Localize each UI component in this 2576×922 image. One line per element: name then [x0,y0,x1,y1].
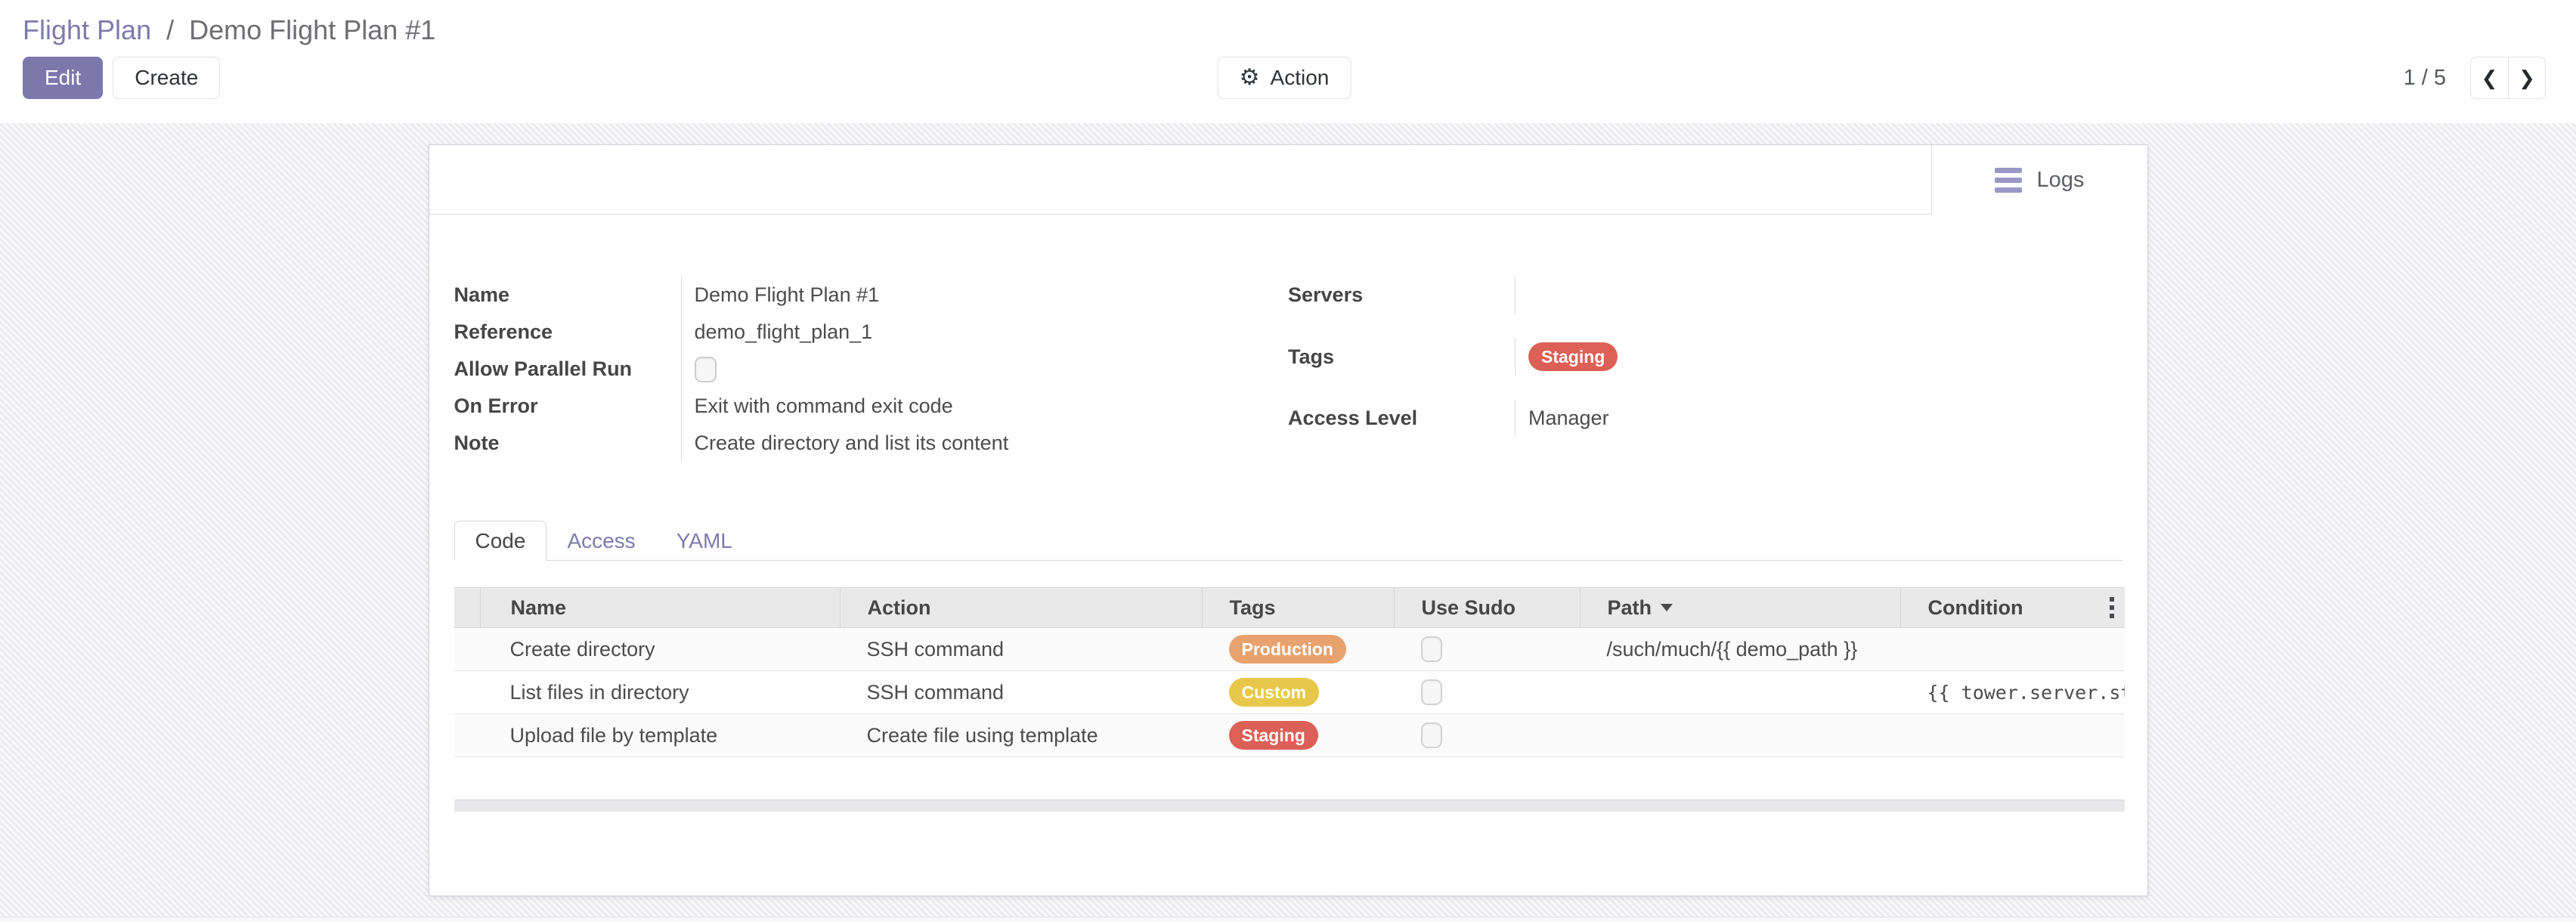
list-icon [1995,168,2022,193]
button-box: Logs [429,145,2147,215]
tag-badge-custom: Custom [1229,678,1320,707]
commands-table: Name Action Tags Use Sudo Path Condition… [454,587,2125,812]
tag-badge-staging: Staging [1528,342,1618,371]
field-group-left: Name Demo Flight Plan #1 Reference demo_… [454,277,1289,462]
action-button[interactable]: ⚙ Action [1218,57,1351,99]
tab-access[interactable]: Access [546,521,655,561]
edit-button[interactable]: Edit [23,57,103,99]
table-row-upload-file[interactable]: Upload file by template Create file usin… [454,714,2125,757]
table-header-condition[interactable]: Condition [1900,588,2125,627]
cell-use-sudo [1394,671,1580,713]
cell-use-sudo [1394,628,1580,670]
content-area: Logs Name Demo Flight Plan #1 Reference … [0,123,2576,917]
cell-condition: {{ tower.server.st [1900,671,2125,713]
form-sheet: Logs Name Demo Flight Plan #1 Reference … [429,144,2148,896]
cell-name: Create directory [480,628,840,670]
use-sudo-checkbox [1421,679,1442,705]
cell-path: /such/much/{{ demo_path }} [1580,628,1900,670]
breadcrumb-parent-link[interactable]: Flight Plan [23,14,151,45]
cell-tags: Staging [1202,714,1394,756]
horizontal-scrollbar[interactable] [454,800,2125,812]
cell-name: List files in directory [480,671,840,713]
field-label-reference: Reference [454,314,681,351]
table-header-path-label: Path [1608,596,1652,620]
cell-tags: Production [1202,628,1394,670]
tab-yaml[interactable]: YAML [656,521,753,561]
field-value-reference: demo_flight_plan_1 [681,314,1289,351]
field-label-servers: Servers [1288,277,1515,314]
table-body: Create directory SSH command Production … [454,628,2125,757]
table-header-condition-label: Condition [1928,596,2023,620]
gear-icon: ⚙ [1240,67,1260,89]
pager: 1 / 5 ❮ ❯ [2404,57,2546,99]
cell-tags: Custom [1202,671,1394,713]
row-handle [454,671,480,713]
tag-badge-staging: Staging [1229,721,1318,750]
pager-buttons: ❮ ❯ [2470,57,2546,99]
field-label-name: Name [454,277,681,314]
cell-use-sudo [1394,714,1580,756]
field-label-on-error: On Error [454,388,681,425]
pager-value: 1 / 5 [2404,66,2446,91]
breadcrumb-separator: / [166,14,174,45]
control-panel-buttons: Edit Create ⚙ Action 1 / 5 ❮ ❯ [23,57,2546,101]
table-header-use-sudo[interactable]: Use Sudo [1394,588,1580,627]
cell-action: SSH command [840,671,1202,713]
cell-condition [1900,628,2125,670]
use-sudo-checkbox [1421,722,1442,748]
table-header-action[interactable]: Action [840,588,1202,627]
table-row-list-files[interactable]: List files in directory SSH command Cust… [454,671,2125,714]
breadcrumb: Flight Plan / Demo Flight Plan #1 [23,14,2546,47]
field-value-on-error: Exit with command exit code [681,388,1289,425]
create-button[interactable]: Create [113,57,220,99]
logs-button[interactable]: Logs [1931,145,2147,215]
use-sudo-checkbox [1421,636,1442,662]
cell-name: Upload file by template [480,714,840,756]
table-header-path[interactable]: Path [1580,588,1900,627]
field-value-name: Demo Flight Plan #1 [681,277,1289,314]
field-value-servers [1515,277,2122,314]
tab-code[interactable]: Code [454,521,547,561]
row-handle [454,628,480,670]
field-groups: Name Demo Flight Plan #1 Reference demo_… [454,277,2122,462]
field-value-note: Create directory and list its content [681,425,1289,462]
chevron-left-icon: ❮ [2482,67,2498,90]
pager-previous-button[interactable]: ❮ [2470,57,2508,99]
field-label-allow-parallel-run: Allow Parallel Run [454,351,681,388]
field-label-tags: Tags [1288,339,1515,376]
cell-action: SSH command [840,628,1202,670]
view-buttons: Edit Create [23,57,220,99]
field-label-note: Note [454,425,681,462]
pager-next-button[interactable]: ❯ [2508,57,2546,99]
cell-path [1580,671,1900,713]
table-row-create-directory[interactable]: Create directory SSH command Production … [454,628,2125,671]
table-header-row: Name Action Tags Use Sudo Path Condition [454,587,2125,628]
row-handle [454,714,480,756]
field-value-allow-parallel-run [681,351,1289,388]
field-group-right: Servers Tags Staging Access Level Manage… [1288,277,2122,462]
odoo-page: Flight Plan / Demo Flight Plan #1 Edit C… [0,0,2576,922]
control-panel: Flight Plan / Demo Flight Plan #1 Edit C… [0,0,2576,123]
tag-badge-production: Production [1229,635,1346,664]
action-button-label: Action [1271,66,1330,90]
field-value-access-level: Manager [1515,400,2122,437]
field-label-access-level: Access Level [1288,400,1515,437]
field-value-tags: Staging [1515,339,2122,376]
logs-button-label: Logs [2037,168,2085,193]
cell-path [1580,714,1900,756]
breadcrumb-current: Demo Flight Plan #1 [189,14,435,45]
cell-action: Create file using template [840,714,1202,756]
sort-descending-icon [1661,604,1673,611]
bottom-edge-strip [0,917,2576,922]
allow-parallel-run-checkbox [695,357,717,382]
table-header-tags[interactable]: Tags [1202,588,1394,627]
cell-condition [1900,714,2125,756]
table-header-name[interactable]: Name [480,588,840,627]
chevron-right-icon: ❯ [2519,67,2535,90]
table-header-handle [454,588,480,627]
notebook-tabs: Code Access YAML [454,521,2122,561]
optional-columns-kebab-icon[interactable] [2110,597,2114,618]
